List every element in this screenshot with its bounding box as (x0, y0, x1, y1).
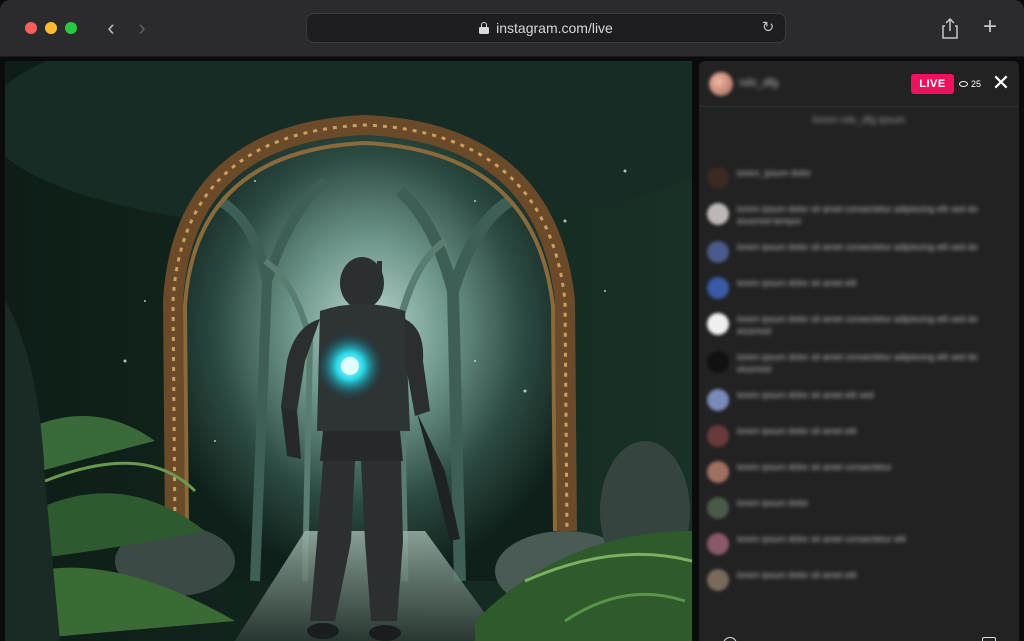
comment-text: lorem ipsum dolor sit amet elit (737, 278, 857, 288)
comment-text: lorem ipsum dolor sit amet consectetur a… (737, 242, 978, 252)
list-item: lorem ipsum dolor sit amet consectetur a… (707, 351, 1011, 375)
comment-text: lorem_ipsum dolor (737, 168, 812, 178)
avatar[interactable] (707, 425, 729, 447)
chevron-right-icon[interactable]: › (131, 16, 153, 40)
viewer-count: 25 (959, 76, 981, 92)
list-item: lorem ipsum dolor sit amet consectetur a… (707, 203, 1011, 227)
list-item: lorem ipsum dolor sit amet consectetur a… (707, 313, 1011, 337)
list-item: lorem ipsum dolor sit amet consectetur (707, 461, 1011, 483)
comment-text: lorem ipsum dolor sit amet consectetur a… (737, 314, 978, 336)
joined-note: lorem ndv_dfg ipsum (812, 115, 906, 126)
comment-text: lorem ipsum dolor sit amet elit sed (737, 390, 874, 400)
reload-icon[interactable]: ↻ (759, 19, 777, 37)
live-video[interactable] (5, 61, 692, 641)
plus-icon[interactable]: + (979, 14, 1001, 40)
avatar[interactable] (707, 167, 729, 189)
host-avatar[interactable] (709, 72, 733, 96)
eye-icon (959, 81, 968, 87)
avatar[interactable] (707, 277, 729, 299)
comment-text: lorem ipsum dolor sit amet consectetur e… (737, 534, 906, 544)
chevron-left-icon[interactable]: ‹ (100, 16, 122, 40)
avatar[interactable] (707, 241, 729, 263)
comment-text: lorem ipsum dolor sit amet consectetur a… (737, 204, 978, 226)
comment-text: lorem ipsum dolor sit amet elit (737, 570, 857, 580)
list-item: lorem ipsum dolor sit amet elit (707, 569, 1011, 591)
lock-icon (479, 22, 490, 34)
emoji-icon[interactable] (723, 637, 737, 641)
live-side-panel: ndv_dfg LIVE 25 ✕ lorem ndv_dfg ipsum lo… (699, 61, 1019, 641)
list-item: lorem ipsum dolor sit amet elit sed (707, 389, 1011, 411)
avatar[interactable] (707, 313, 729, 335)
address-bar[interactable]: instagram.com/live ↻ (306, 13, 786, 43)
send-icon[interactable] (982, 637, 996, 641)
avatar[interactable] (707, 351, 729, 373)
list-item: lorem ipsum dolor (707, 497, 1011, 519)
comment-text: lorem ipsum dolor sit amet consectetur (737, 462, 892, 472)
close-icon[interactable]: ✕ (989, 71, 1013, 95)
comment-text: lorem ipsum dolor sit amet elit (737, 426, 857, 436)
comment-composer (699, 625, 1019, 641)
live-header: ndv_dfg LIVE 25 ✕ (699, 61, 1019, 107)
minimize-window-button[interactable] (45, 22, 57, 34)
avatar[interactable] (707, 533, 729, 555)
close-window-button[interactable] (25, 22, 37, 34)
live-badge: LIVE (911, 74, 954, 94)
comments-list: lorem_ipsum dolor lorem ipsum dolor sit … (707, 167, 1011, 605)
avatar[interactable] (707, 461, 729, 483)
list-item: lorem ipsum dolor sit amet consectetur e… (707, 533, 1011, 555)
comment-text: lorem ipsum dolor sit amet consectetur a… (737, 352, 978, 374)
comment-text: lorem ipsum dolor (737, 498, 809, 508)
avatar[interactable] (707, 497, 729, 519)
avatar[interactable] (707, 569, 729, 591)
url-text: instagram.com/live (496, 20, 613, 36)
browser-toolbar: ‹ › instagram.com/live ↻ + (0, 0, 1024, 57)
list-item: lorem ipsum dolor sit amet elit (707, 425, 1011, 447)
list-item: lorem ipsum dolor sit amet elit (707, 277, 1011, 299)
list-item: lorem ipsum dolor sit amet consectetur a… (707, 241, 1011, 263)
list-item: lorem_ipsum dolor (707, 167, 1011, 189)
share-icon[interactable] (939, 16, 961, 40)
zoom-window-button[interactable] (65, 22, 77, 34)
host-username[interactable]: ndv_dfg (739, 77, 778, 89)
avatar[interactable] (707, 389, 729, 411)
avatar[interactable] (707, 203, 729, 225)
